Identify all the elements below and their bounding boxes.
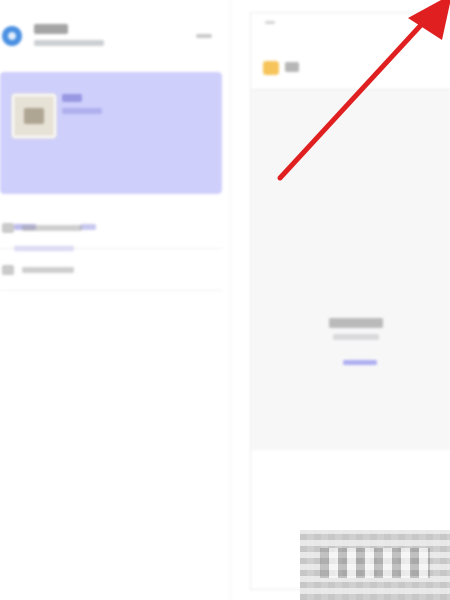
pixelated-mosaic xyxy=(300,530,450,600)
menu-item[interactable] xyxy=(0,250,222,291)
profile-detail-redacted xyxy=(62,108,102,114)
settings-icon xyxy=(2,265,14,275)
left-header xyxy=(0,14,226,54)
menu-item[interactable] xyxy=(0,208,222,249)
panel-divider xyxy=(230,0,231,600)
right-panel-header xyxy=(251,49,450,90)
folder-icon xyxy=(263,61,279,75)
empty-state xyxy=(329,318,399,378)
empty-state-link[interactable] xyxy=(343,360,377,365)
list-icon xyxy=(2,223,14,233)
empty-state-title-redacted xyxy=(329,318,383,328)
app-avatar-icon[interactable] xyxy=(2,26,22,46)
empty-state-text-redacted xyxy=(333,334,379,340)
menu-item-label-redacted xyxy=(22,225,82,231)
menu-item-label-redacted xyxy=(22,267,74,273)
profile-card[interactable] xyxy=(0,72,222,251)
close-icon[interactable] xyxy=(265,21,275,24)
profile-name-redacted xyxy=(62,94,82,102)
content-area xyxy=(251,90,450,450)
right-panel-title-redacted xyxy=(285,62,299,72)
more-icon[interactable] xyxy=(196,34,212,38)
photo-thumbnail-icon[interactable] xyxy=(12,94,56,138)
left-panel xyxy=(0,0,226,600)
right-panel xyxy=(250,12,450,590)
app-title-redacted xyxy=(34,24,68,34)
app-subtitle-redacted xyxy=(34,40,104,46)
